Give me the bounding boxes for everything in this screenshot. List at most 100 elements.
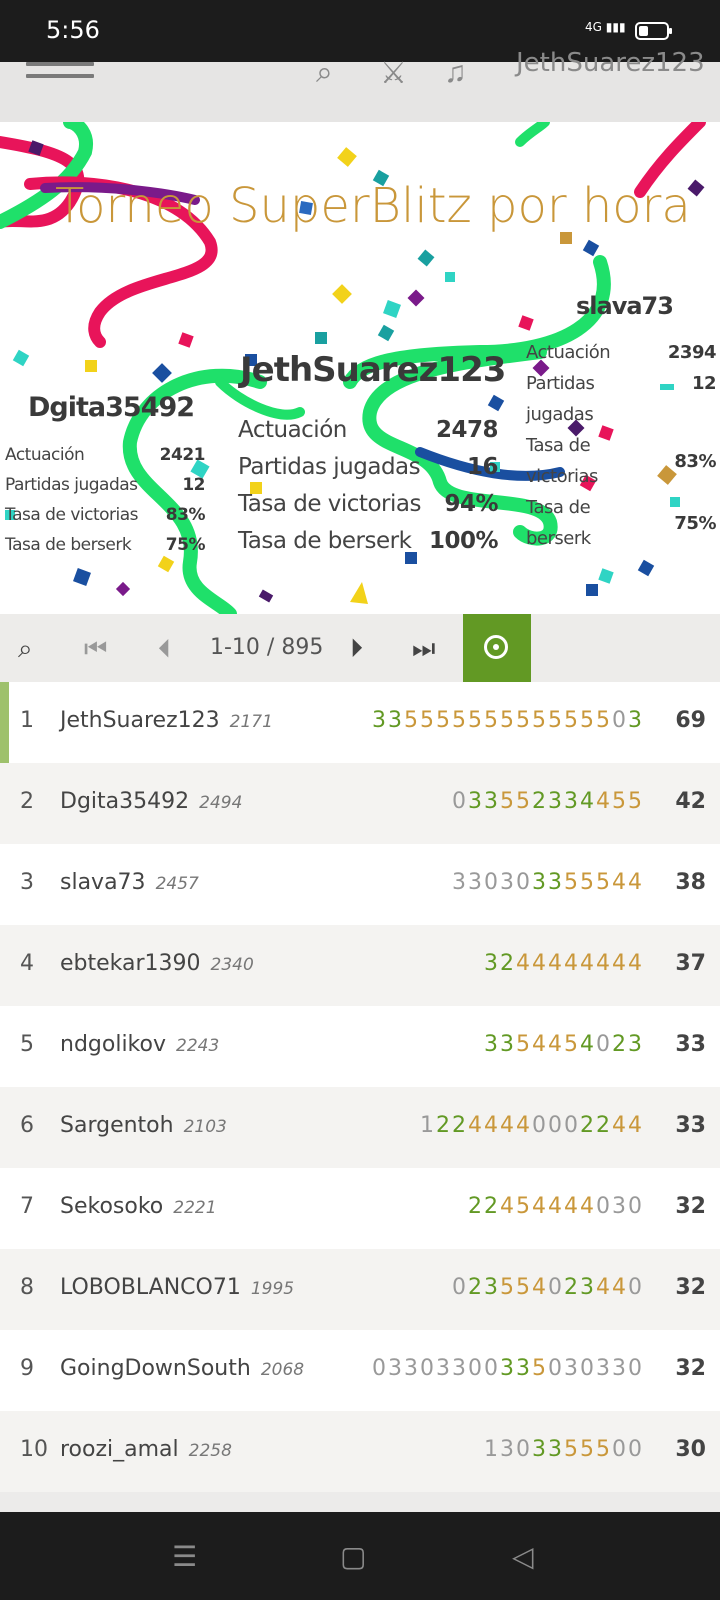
signal-icon: 4G ▮▮▮ bbox=[585, 20, 626, 34]
sheet-segment: 22 bbox=[580, 1113, 612, 1138]
stat-row: Tasa de victorias 83% bbox=[5, 500, 206, 530]
app-header: ⌕ ⚔ ♫ JethSuarez123 bbox=[0, 48, 720, 123]
search-icon[interactable]: ⌕ bbox=[316, 56, 333, 90]
player-rating: 2494 bbox=[199, 793, 243, 813]
next-page-icon[interactable]: ⏵ bbox=[350, 614, 363, 682]
rank: 9 bbox=[20, 1356, 34, 1381]
player-rating: 2103 bbox=[183, 1117, 227, 1137]
status-time: 5:56 bbox=[46, 16, 100, 44]
stat-value: 75% bbox=[165, 535, 206, 555]
stat-value: 94% bbox=[444, 491, 498, 517]
sheet-segment: 0 bbox=[628, 1275, 644, 1300]
previous-page-icon[interactable]: ⏴ bbox=[158, 614, 171, 682]
total-score: 32 bbox=[675, 1194, 706, 1219]
stat-label: Tasa de victorias bbox=[5, 505, 139, 525]
table-row[interactable]: 7 Sekosoko 2221 22454444030 32 bbox=[0, 1168, 720, 1249]
player-name[interactable]: GoingDownSouth 2068 bbox=[60, 1356, 304, 1381]
table-row[interactable]: 4 ebtekar1390 2340 3244444444 37 bbox=[0, 925, 720, 1006]
player-name[interactable]: roozi_amal 2258 bbox=[60, 1437, 232, 1462]
player-name-label: ndgolikov bbox=[60, 1032, 166, 1057]
stat-value: 75% bbox=[674, 512, 716, 534]
stat-row: Tasa de victorias 94% bbox=[238, 486, 498, 523]
score-sheet: 03303300335030330 bbox=[372, 1356, 644, 1381]
sheet-segment: 0 bbox=[452, 789, 468, 814]
stat-row: Actuación 2394 bbox=[526, 337, 717, 368]
table-row[interactable]: 6 Sargentoh 2103 12244440002244 33 bbox=[0, 1087, 720, 1168]
sheet-segment: 33 bbox=[484, 1032, 516, 1057]
player-name[interactable]: LOBOBLANCO71 1995 bbox=[60, 1275, 294, 1300]
total-score: 33 bbox=[675, 1032, 706, 1057]
podium-second-name[interactable]: Dgita35492 bbox=[28, 392, 195, 423]
player-name-label: Dgita35492 bbox=[60, 789, 190, 814]
stat-label: Actuación bbox=[238, 417, 347, 443]
rank: 1 bbox=[20, 708, 34, 733]
player-name[interactable]: slava73 2457 bbox=[60, 870, 199, 895]
sheet-segment: 33 bbox=[532, 870, 564, 895]
player-name-label: roozi_amal bbox=[60, 1437, 179, 1462]
sheet-segment: 23 bbox=[468, 1275, 500, 1300]
my-position-button[interactable] bbox=[463, 614, 531, 682]
sheet-segment: 33 bbox=[372, 708, 405, 733]
total-score: 33 bbox=[675, 1113, 706, 1138]
sheet-segment: 22 bbox=[468, 1194, 501, 1219]
table-row[interactable]: 5 ndgolikov 2243 3354454023 33 bbox=[0, 1006, 720, 1087]
sheet-segment: 455 bbox=[596, 789, 644, 814]
first-page-icon[interactable]: ⏮ bbox=[84, 614, 107, 682]
podium-third-name[interactable]: slava73 bbox=[576, 292, 674, 320]
player-name-label: LOBOBLANCO71 bbox=[60, 1275, 241, 1300]
page-range: 1-10 / 895 bbox=[210, 635, 324, 660]
sheet-segment: 23 bbox=[564, 1275, 596, 1300]
table-row[interactable]: 9 GoingDownSouth 2068 03303300335030330 32 bbox=[0, 1330, 720, 1411]
standings-table: 1 JethSuarez123 2171 33555555555555503 69 2 Dg… bbox=[0, 682, 720, 1492]
rank: 2 bbox=[20, 789, 34, 814]
system-nav-bar: ☰ ▢ ◁ bbox=[0, 1512, 720, 1600]
sheet-segment: 555 bbox=[564, 1437, 612, 1462]
sheet-segment: 4444 bbox=[468, 1113, 532, 1138]
podium: Torneo SuperBlitz por hora JethSuarez123… bbox=[0, 122, 720, 614]
stat-row: Tasa de berserk 75% bbox=[526, 492, 716, 554]
score-sheet: 3354454023 bbox=[484, 1032, 644, 1057]
hamburger-icon[interactable] bbox=[26, 62, 94, 86]
player-rating: 2068 bbox=[260, 1360, 305, 1380]
table-row[interactable]: 2 Dgita35492 2494 033552334455 42 bbox=[0, 763, 720, 844]
podium-first-name[interactable]: JethSuarez123 bbox=[240, 350, 506, 390]
rank: 4 bbox=[20, 951, 34, 976]
stat-row: Partidas jugadas 12 bbox=[526, 368, 717, 430]
score-sheet: 1303355500 bbox=[484, 1437, 644, 1462]
recent-apps-icon[interactable]: ☰ bbox=[172, 1540, 197, 1573]
sheet-segment: 55 bbox=[500, 789, 532, 814]
table-row[interactable]: 8 LOBOBLANCO71 1995 023554023440 32 bbox=[0, 1249, 720, 1330]
sheet-segment: 0 bbox=[452, 1275, 468, 1300]
back-icon[interactable]: ◁ bbox=[512, 1540, 534, 1573]
table-row[interactable]: 10 roozi_amal 2258 1303355500 30 bbox=[0, 1411, 720, 1492]
player-name[interactable]: JethSuarez123 2171 bbox=[60, 708, 273, 733]
bell-icon[interactable]: ♫ bbox=[444, 56, 467, 90]
stat-label: Actuación bbox=[5, 445, 85, 465]
sheet-segment: 5 bbox=[532, 1356, 549, 1381]
user-menu[interactable]: JethSuarez123 bbox=[516, 48, 705, 78]
stat-label: Tasa de berserk bbox=[5, 535, 132, 555]
player-name[interactable]: Sargentoh 2103 bbox=[60, 1113, 227, 1138]
player-name[interactable]: Sekosoko 2221 bbox=[60, 1194, 217, 1219]
stat-label: Partidas jugadas bbox=[526, 373, 595, 425]
crossed-swords-icon[interactable]: ⚔ bbox=[380, 56, 407, 91]
sheet-segment: 0 bbox=[612, 708, 628, 733]
podium-third-stats: Actuación 2394 Partidas jugadas 12 Tasa de… bbox=[526, 337, 717, 554]
score-sheet: 12244440002244 bbox=[420, 1113, 644, 1138]
player-name[interactable]: Dgita35492 2494 bbox=[60, 789, 242, 814]
total-score: 37 bbox=[675, 951, 706, 976]
tournament-title: Torneo SuperBlitz por hora bbox=[55, 178, 691, 234]
player-name[interactable]: ndgolikov 2243 bbox=[60, 1032, 219, 1057]
last-page-icon[interactable]: ⏭ bbox=[412, 614, 435, 682]
stat-row: Actuación 2478 bbox=[238, 412, 499, 449]
sheet-segment: 5555555555555 bbox=[404, 708, 612, 733]
score-sheet: 22454444030 bbox=[468, 1194, 644, 1219]
sheet-segment: 55544 bbox=[564, 870, 644, 895]
podium-second-stats: Actuación 2421 Partidas jugadas 12 Tasa de… bbox=[5, 440, 206, 560]
table-row[interactable]: 1 JethSuarez123 2171 33555555555555503 69 bbox=[0, 682, 720, 763]
table-row[interactable]: 3 slava73 2457 330303355544 38 bbox=[0, 844, 720, 925]
search-icon[interactable]: ⌕ bbox=[18, 614, 33, 682]
sheet-segment: 0 bbox=[548, 1275, 564, 1300]
home-icon[interactable]: ▢ bbox=[340, 1540, 366, 1573]
player-name[interactable]: ebtekar1390 2340 bbox=[60, 951, 254, 976]
